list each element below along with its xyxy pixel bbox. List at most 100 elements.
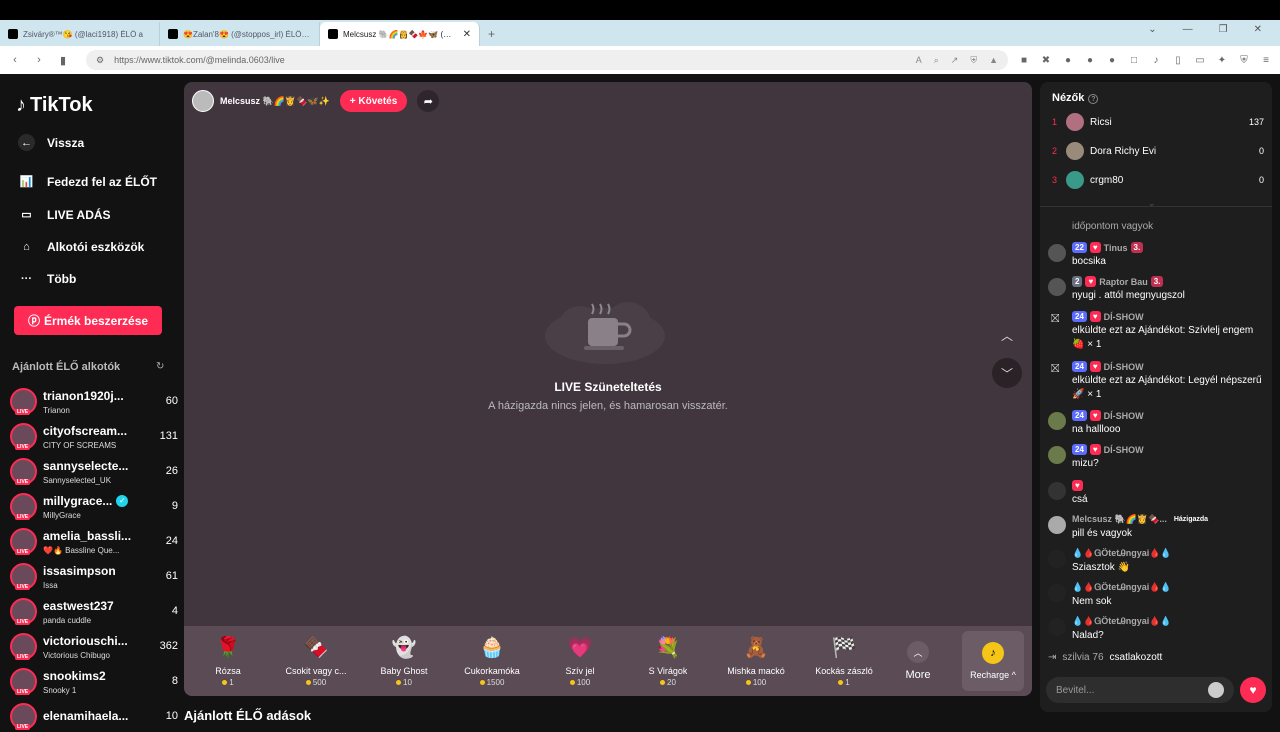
extension-icon[interactable]: ✖	[1040, 55, 1052, 66]
joined-text: csatlakozott	[1109, 652, 1163, 663]
message-user[interactable]: 💧🩸ᏀÖtetᎯngyai🩸💧	[1072, 582, 1172, 593]
extension-icon[interactable]: ■	[1018, 55, 1030, 66]
avatar	[1048, 412, 1066, 430]
message-user[interactable]: Melcsusz 🐘🌈👸🍫...	[1072, 514, 1167, 525]
gift-item[interactable]: 🧸 Mishka mackó 100	[712, 626, 800, 696]
nav-more[interactable]: ··· Több	[18, 270, 76, 287]
heart-sign-icon: 💗	[567, 637, 593, 659]
creator-item[interactable]: snookims2Snooky 1 8	[10, 665, 178, 697]
previous-live-icon[interactable]: ︿	[992, 320, 1022, 350]
gift-item[interactable]: 💐 S Virágok 20	[624, 626, 712, 696]
message-user[interactable]: Raptor Bau	[1099, 277, 1148, 287]
creator-item[interactable]: issasimpsonIssa 61	[10, 560, 178, 592]
browser-tab-2[interactable]: 😍Zalan'8😍 (@stoppos_irl) ÉLŐ ad	[160, 22, 320, 46]
chat-message: ⛝ 24 ♥ DÍ-SHOW elküldte ezt az Ajándékot: Sz…	[1048, 311, 1268, 352]
share-page-icon[interactable]: ↗	[951, 55, 959, 66]
viewer-row[interactable]: 2 Dora Richy Evi 0	[1052, 141, 1264, 161]
creator-item[interactable]: trianon1920j...Trianon 60	[10, 385, 178, 417]
tiktok-logo[interactable]: ♪ TikTok	[16, 94, 93, 117]
viewer-row[interactable]: 3 crgm80 0	[1052, 170, 1264, 190]
message-user[interactable]: DÍ-SHOW	[1104, 362, 1144, 372]
message-user[interactable]: Tinus	[1104, 243, 1128, 253]
site-info-icon[interactable]: ⚙	[96, 55, 104, 66]
nav-back[interactable]: ← Vissza	[18, 134, 84, 151]
refresh-icon[interactable]: ↻	[156, 361, 164, 372]
gift-item[interactable]: 🌹 Rózsa 1	[184, 626, 272, 696]
info-icon[interactable]: ?	[1088, 94, 1099, 104]
close-window-icon[interactable]: ✕	[1254, 24, 1262, 35]
back-icon[interactable]: ‹	[8, 54, 22, 66]
bookmark-icon[interactable]: ▮	[56, 54, 70, 67]
next-live-icon[interactable]: ﹀	[992, 358, 1022, 388]
music-icon[interactable]: ♪	[1150, 55, 1162, 66]
avatar	[10, 702, 37, 730]
avatar	[1048, 584, 1066, 602]
message-user[interactable]: DÍ-SHOW	[1104, 312, 1144, 322]
nav-live-broadcast[interactable]: ▭ LIVE ADÁS	[18, 206, 110, 223]
creator-item[interactable]: victoriouschi...Victorious Chibugo 362	[10, 630, 178, 662]
get-coins-button[interactable]: ⓟ Érmék beszerzése	[14, 306, 162, 335]
avatar	[10, 667, 37, 695]
creator-item[interactable]: amelia_bassli...❤️🔥 Bassline Que... 24	[10, 525, 178, 557]
gift-item[interactable]: 👻 Baby Ghost 10	[360, 626, 448, 696]
share-icon[interactable]: ➦	[417, 90, 440, 112]
extension-icon[interactable]: ●	[1106, 55, 1118, 66]
emoji-icon[interactable]	[1208, 682, 1224, 698]
creator-name: eastwest237	[43, 599, 114, 614]
restore-icon[interactable]: ❐	[1219, 24, 1228, 35]
viewer-row[interactable]: 1 Ricsi 137	[1052, 112, 1264, 132]
creator-sub: CITY OF SCREAMS	[43, 440, 117, 450]
tab-search-icon[interactable]: ⌄	[1148, 24, 1156, 35]
verified-icon: ✓	[116, 495, 129, 508]
creator-item[interactable]: millygrace...✓ MillyGrace 9	[10, 490, 178, 522]
extension-icon[interactable]: ●	[1084, 55, 1096, 66]
creator-item[interactable]: elenamihaela... 10	[10, 700, 178, 732]
avatar	[1066, 171, 1084, 189]
shield-icon[interactable]: ⛨	[970, 55, 977, 66]
creator-name: millygrace...	[43, 494, 113, 509]
sparkle-icon[interactable]: ✦	[1216, 55, 1228, 66]
gift-item[interactable]: 🏁 Kockás zászló 1	[800, 626, 888, 696]
vpn-icon[interactable]: ⛨	[1238, 55, 1250, 66]
menu-icon[interactable]: ≡	[1260, 55, 1272, 66]
extension-icon[interactable]: □	[1128, 55, 1140, 66]
message-user[interactable]: 💧🩸ᏀÖtetᎯngyai🩸💧	[1072, 616, 1172, 627]
close-tab-icon[interactable]: ✕	[463, 29, 471, 40]
follow-button[interactable]: + Követés	[339, 90, 408, 112]
recharge-button[interactable]: ♪ Recharge ^	[962, 631, 1024, 691]
creator-item[interactable]: cityofscream...CITY OF SCREAMS 131	[10, 420, 178, 452]
creator-item[interactable]: sannyselecte...Sannyselected_UK 26	[10, 455, 178, 487]
gift-item[interactable]: 💗 Szív jel 100	[536, 626, 624, 696]
gift-item[interactable]: 🧁 Cukorkamóka 1500	[448, 626, 536, 696]
message-user[interactable]: 💧🩸ᏀÖtetᎯngyai🩸💧	[1072, 548, 1172, 559]
new-tab-icon[interactable]: +	[480, 27, 503, 46]
nav-explore-live[interactable]: 📊 Fedezd fel az ÉLŐT	[18, 173, 157, 190]
warning-icon[interactable]: ▲	[989, 55, 998, 66]
browser-tab-1[interactable]: Zsiváry®™😘 (@laci1918) ÉLŐ a	[0, 22, 160, 46]
browser-tab-3[interactable]: Melcsusz 🐘🌈👸🍫🍁🦋 (@m ✕	[320, 22, 480, 46]
gift-item[interactable]: 🍫 Csokit vagy c... 500	[272, 626, 360, 696]
translate-icon[interactable]: A	[916, 55, 922, 66]
message-user[interactable]: DÍ-SHOW	[1104, 445, 1144, 455]
forward-icon[interactable]: ›	[32, 54, 46, 66]
message-user[interactable]: DÍ-SHOW	[1104, 411, 1144, 421]
zoom-icon[interactable]: ⌕	[934, 55, 939, 66]
host-name[interactable]: Melcsusz 🐘🌈👸🍫🦋✨	[220, 96, 330, 107]
chat-input[interactable]: Bevitel...	[1046, 677, 1234, 703]
wallet-icon[interactable]: ▭	[1194, 55, 1206, 66]
more-gifts-button[interactable]: ︿ More	[896, 626, 940, 696]
joined-user[interactable]: szilvia 76	[1062, 652, 1103, 663]
creator-item[interactable]: eastwest237panda cuddle 4	[10, 595, 178, 627]
chat-input-placeholder: Bevitel...	[1056, 684, 1095, 696]
viewer-count: 4	[171, 605, 178, 617]
url-field[interactable]: ⚙ https://www.tiktok.com/@melinda.0603/l…	[86, 50, 1008, 70]
host-avatar[interactable]	[192, 90, 214, 112]
expand-chevron-icon[interactable]: ⌄	[1148, 198, 1156, 209]
chat-input-row: Bevitel... ♥	[1046, 676, 1266, 704]
sidebar-icon[interactable]: ▯	[1172, 55, 1184, 66]
like-heart-icon[interactable]: ♥	[1240, 677, 1266, 703]
viewer-count: 61	[165, 570, 178, 582]
minimize-icon[interactable]: —	[1183, 24, 1193, 35]
nav-creator-tools[interactable]: ⌂ Alkotói eszközök	[18, 238, 144, 255]
extension-icon[interactable]: ●	[1062, 55, 1074, 66]
